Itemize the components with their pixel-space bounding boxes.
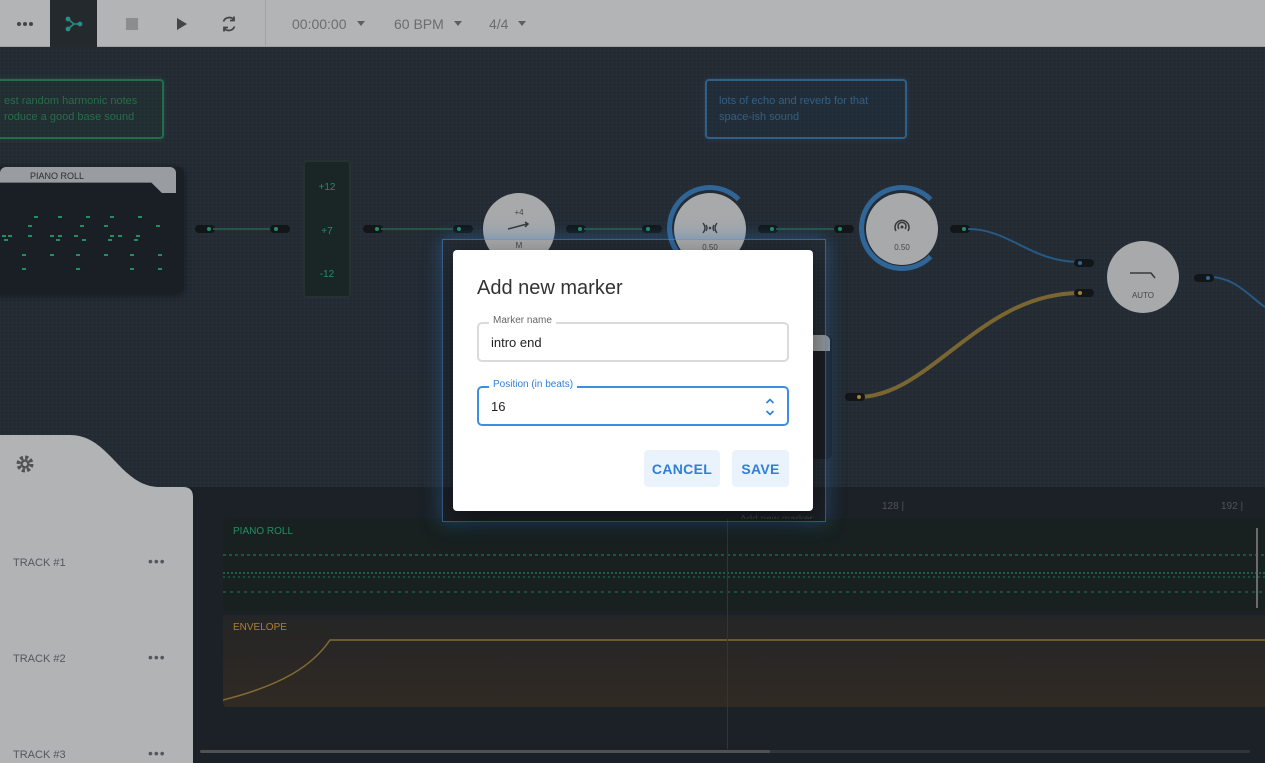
marker-name-field[interactable]: Marker name [477,315,789,362]
save-button[interactable]: SAVE [732,450,789,487]
position-field[interactable]: Position (in beats) [477,379,789,426]
cancel-button[interactable]: CANCEL [644,450,720,487]
marker-name-input[interactable] [479,324,787,360]
position-input[interactable] [479,388,787,424]
add-marker-dialog: Add new marker Marker name Position (in … [453,250,813,511]
number-spinner-icon[interactable] [765,396,775,418]
dialog-title: Add new marker [477,277,623,299]
